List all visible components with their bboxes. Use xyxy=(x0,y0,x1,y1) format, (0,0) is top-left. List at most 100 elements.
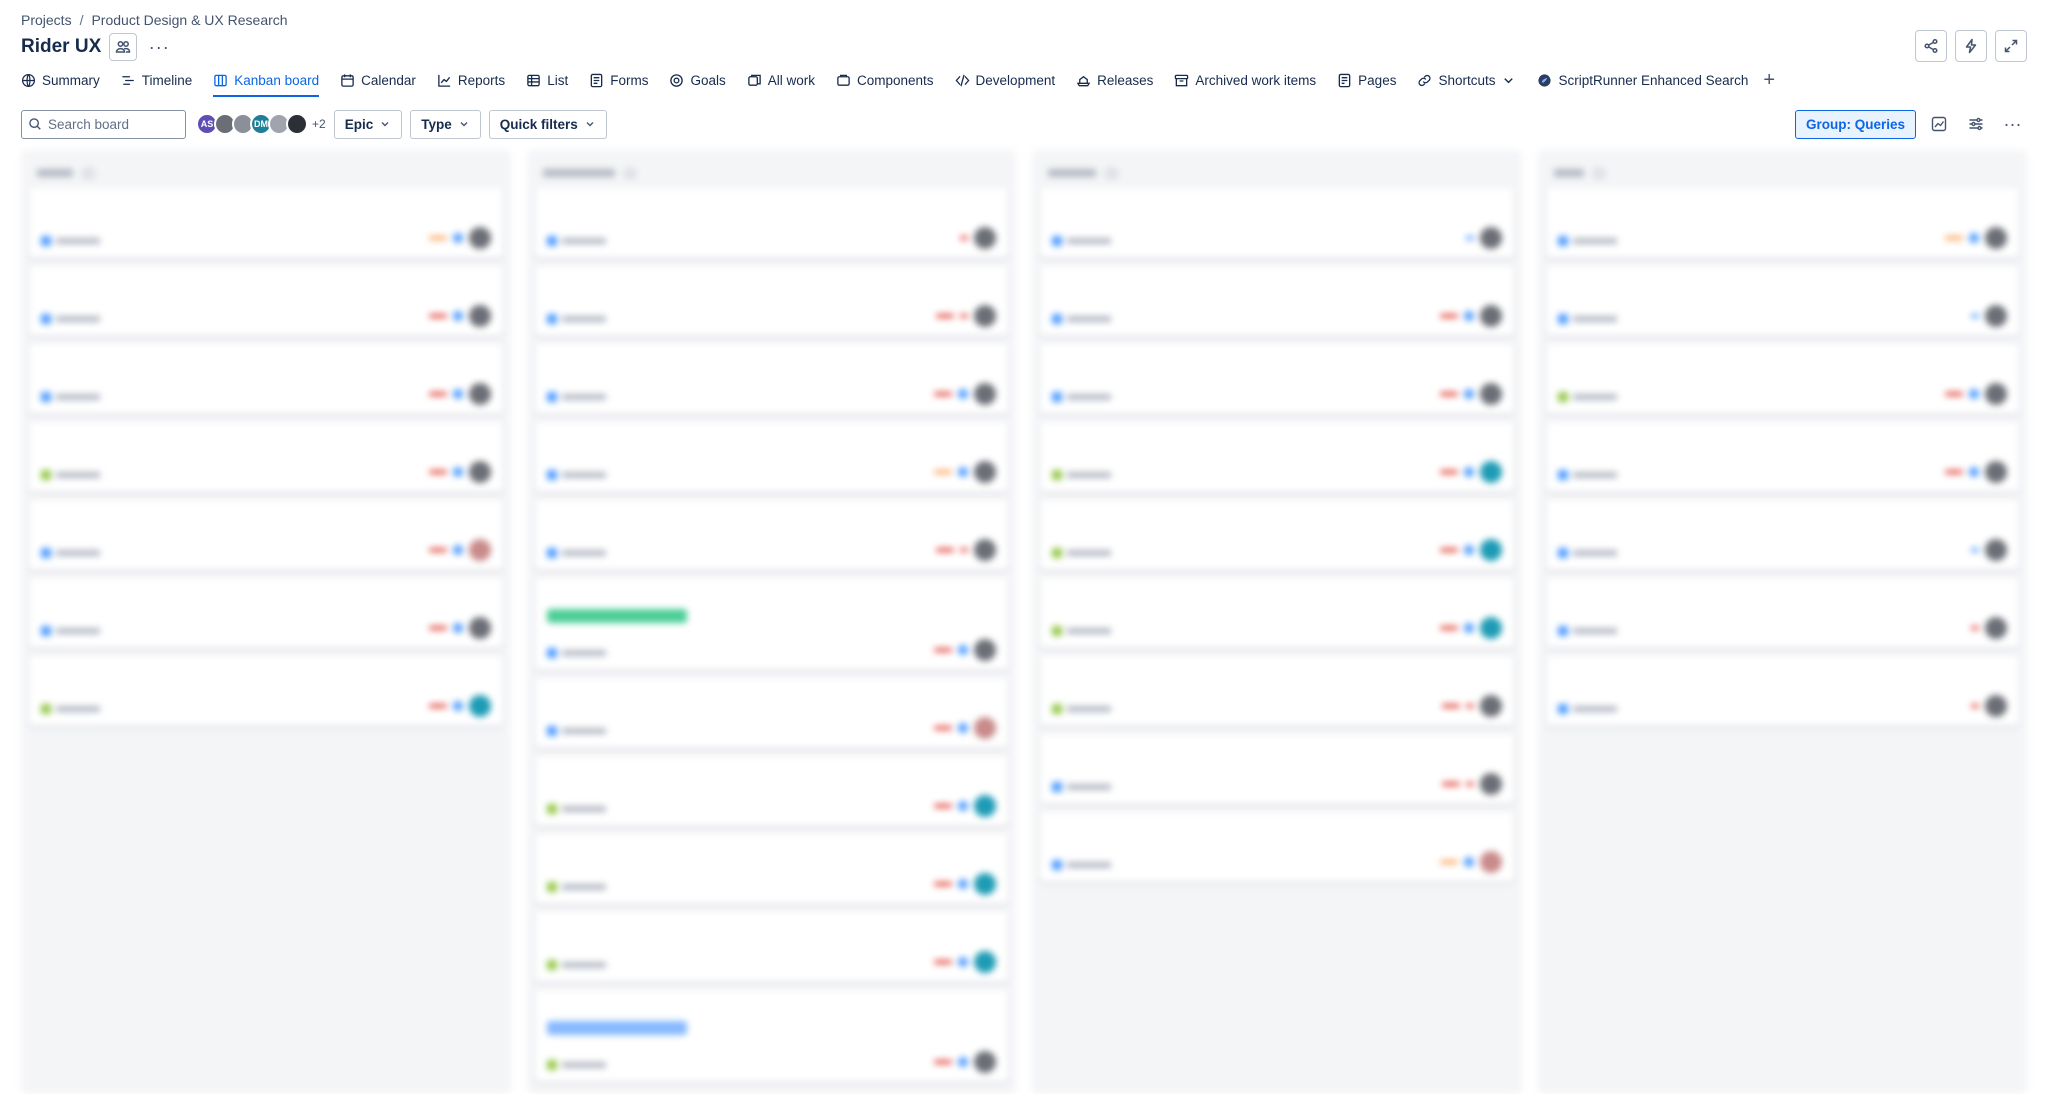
issue-card[interactable] xyxy=(1040,734,1514,804)
issue-card[interactable] xyxy=(29,578,503,648)
tab-label: Summary xyxy=(42,72,100,88)
chart-icon xyxy=(438,74,451,87)
tab-kanban-board[interactable]: Kanban board xyxy=(213,67,319,97)
board-column xyxy=(21,150,511,1094)
card-meta xyxy=(1465,227,1502,249)
chevron-down-icon xyxy=(586,122,594,127)
ship-icon xyxy=(1076,75,1091,86)
avatar xyxy=(1479,461,1502,483)
more-actions-icon[interactable]: ··· xyxy=(145,33,173,61)
tab-goals[interactable]: Goals xyxy=(669,67,726,93)
issue-card[interactable] xyxy=(1545,344,2019,414)
share-button[interactable] xyxy=(1915,30,1947,62)
issue-card[interactable] xyxy=(1545,656,2019,726)
component-icon xyxy=(837,74,850,86)
issue-card[interactable] xyxy=(1545,500,2019,570)
avatar xyxy=(974,227,996,249)
issue-card[interactable] xyxy=(534,990,1008,1082)
page-icon xyxy=(1338,73,1351,87)
tab-reports[interactable]: Reports xyxy=(437,67,505,93)
issue-card[interactable] xyxy=(534,578,1008,670)
tab-development[interactable]: Development xyxy=(955,67,1055,93)
epic-filter[interactable]: Epic xyxy=(333,109,403,139)
team-button[interactable] xyxy=(109,33,138,61)
issue-card[interactable] xyxy=(1040,188,1514,258)
group-by-button[interactable]: Group: Queries xyxy=(1794,109,1916,139)
issue-card[interactable] xyxy=(1040,500,1514,570)
type-filter[interactable]: Type xyxy=(410,109,481,139)
tab-forms[interactable]: Forms xyxy=(589,67,648,93)
column-header xyxy=(29,158,503,188)
issue-card[interactable] xyxy=(1545,578,2019,648)
tab-calendar[interactable]: Calendar xyxy=(340,67,416,93)
issue-card[interactable] xyxy=(534,344,1008,414)
card-key xyxy=(546,1060,606,1070)
tab-summary[interactable]: Summary xyxy=(21,67,100,93)
tab-shortcuts[interactable]: Shortcuts xyxy=(1417,67,1516,93)
issue-card[interactable] xyxy=(534,500,1008,570)
issue-card[interactable] xyxy=(29,500,503,570)
issue-card[interactable] xyxy=(534,678,1008,748)
avatar xyxy=(974,639,996,661)
card-key xyxy=(546,392,606,402)
issue-card[interactable] xyxy=(1040,578,1514,648)
issue-card[interactable] xyxy=(534,756,1008,826)
board-column xyxy=(1537,150,2027,1094)
lightning-icon xyxy=(1965,38,1977,54)
project-tabs: Summary Timeline Kanban board Calendar R… xyxy=(21,67,1775,97)
issue-card[interactable] xyxy=(1545,422,2019,492)
issue-card[interactable] xyxy=(534,912,1008,982)
card-meta xyxy=(1971,695,2007,717)
issue-card[interactable] xyxy=(534,188,1008,258)
tab-all-work[interactable]: All work xyxy=(747,67,815,93)
issue-card[interactable] xyxy=(534,422,1008,492)
card-key xyxy=(546,470,606,480)
add-tab-icon[interactable]: + xyxy=(1763,69,1775,92)
tab-list[interactable]: List xyxy=(526,67,568,93)
see-older-work-items[interactable] xyxy=(1546,734,2020,748)
board-toolbar: Search board AS DM +2 Epic Type Quick fi… xyxy=(21,109,2027,139)
card-meta xyxy=(1971,305,2007,327)
column-count xyxy=(1104,166,1119,180)
tab-components[interactable]: Components xyxy=(836,67,934,93)
tab-scriptrunner-enhanced-search[interactable]: ScriptRunner Enhanced Search xyxy=(1537,67,1748,93)
breadcrumb-current[interactable]: Product Design & UX Research xyxy=(91,12,287,28)
quick-filters[interactable]: Quick filters xyxy=(488,109,607,139)
issue-card[interactable] xyxy=(1040,656,1514,726)
card-title xyxy=(547,766,952,781)
more-assignees[interactable]: +2 xyxy=(312,117,326,131)
tab-timeline[interactable]: Timeline xyxy=(121,67,192,93)
issue-card[interactable] xyxy=(534,834,1008,904)
issue-card[interactable] xyxy=(1040,812,1514,882)
card-meta xyxy=(1439,305,1502,327)
column-count xyxy=(622,166,638,180)
search-input[interactable]: Search board xyxy=(21,109,186,139)
issue-card[interactable] xyxy=(1545,188,2019,258)
breadcrumb-projects[interactable]: Projects xyxy=(21,12,72,28)
tab-archived-work-items[interactable]: Archived work items xyxy=(1174,67,1316,93)
issue-card[interactable] xyxy=(1040,266,1514,336)
issue-card[interactable] xyxy=(29,422,503,492)
tab-pages[interactable]: Pages xyxy=(1337,67,1396,93)
automation-button[interactable] xyxy=(1955,30,1987,62)
view-settings-button[interactable] xyxy=(1961,110,1990,139)
fullscreen-button[interactable] xyxy=(1995,30,2027,62)
issue-card[interactable] xyxy=(1040,422,1514,492)
issue-card[interactable] xyxy=(29,188,503,258)
insights-button[interactable] xyxy=(1924,110,1953,139)
breadcrumb: Projects / Product Design & UX Research xyxy=(21,12,288,28)
tab-releases[interactable]: Releases xyxy=(1076,67,1153,93)
issue-card[interactable] xyxy=(1040,344,1514,414)
issue-card[interactable] xyxy=(29,656,503,726)
avatar[interactable] xyxy=(286,113,308,135)
issue-card[interactable] xyxy=(534,266,1008,336)
issue-card[interactable] xyxy=(29,344,503,414)
card-title xyxy=(1558,354,1963,369)
card-key xyxy=(546,960,606,970)
issue-card[interactable] xyxy=(1545,266,2019,336)
card-key xyxy=(1052,704,1111,714)
epic-filter-label: Epic xyxy=(344,116,374,132)
card-title xyxy=(547,432,952,447)
issue-card[interactable] xyxy=(29,266,503,336)
more-options-icon[interactable]: ··· xyxy=(1998,110,2027,139)
